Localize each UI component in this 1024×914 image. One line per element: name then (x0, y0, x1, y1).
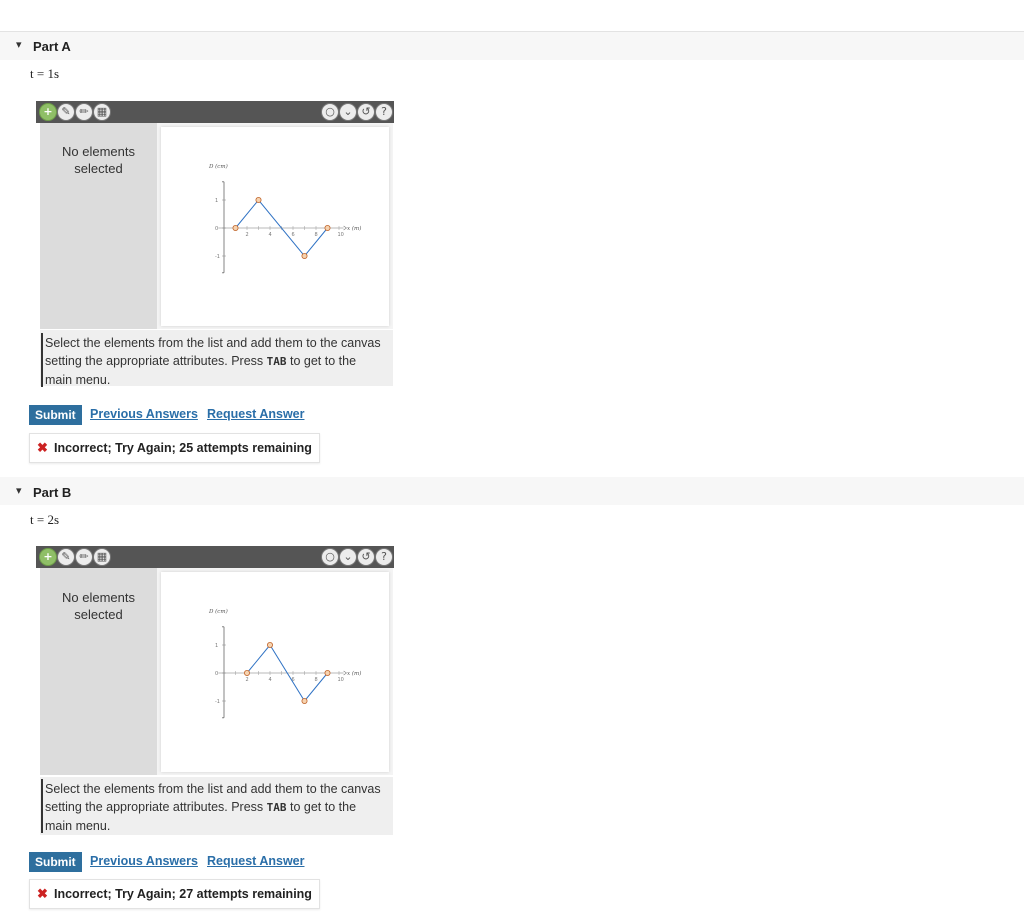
edit-icon[interactable]: ✏ (76, 549, 92, 565)
part-b-title: Part B (33, 485, 72, 500)
x-axis-arrow (343, 225, 348, 231)
x-axis-arrow (343, 670, 348, 676)
y-tick-label: 0 (215, 226, 218, 232)
x-tick-label: 2 (246, 232, 249, 238)
help-icon[interactable]: ? (376, 104, 392, 120)
x-tick-label: 4 (269, 677, 272, 683)
trash-icon[interactable]: ▦ (94, 549, 110, 565)
part-a-request-answer-link[interactable]: Request Answer (207, 407, 304, 421)
part-a-feedback-text: Incorrect; Try Again; 25 attempts remain… (54, 441, 312, 455)
part-b-toolbar: + ✎ ✏ ▦ ○ ⌄ ↺ ? (36, 546, 394, 568)
vertex-handle[interactable] (255, 197, 262, 204)
pencil-icon[interactable]: ✎ (58, 549, 74, 565)
part-a-title: Part A (33, 39, 71, 54)
hint-bulb-icon[interactable]: ○ (322, 104, 338, 120)
x-tick-label: 8 (315, 232, 318, 238)
part-a-toolbar: + ✎ ✏ ▦ ○ ⌄ ↺ ? (36, 101, 394, 123)
part-b-header[interactable] (0, 477, 1024, 505)
part-a-chart[interactable]: D (cm)x (m)2 4 6 8 1010-1 (161, 127, 389, 326)
trash-icon[interactable]: ▦ (94, 104, 110, 120)
vertex-handle[interactable] (301, 698, 308, 705)
part-b-request-answer-link[interactable]: Request Answer (207, 854, 304, 868)
incorrect-x-icon: ✖ (37, 886, 48, 901)
part-b-no-elements-text: No elements selected (62, 590, 135, 622)
part-b-canvas[interactable]: D (cm) x (m) 2 4 6 8 10 1 0 -1 (161, 572, 389, 772)
x-axis-label: x (m) (347, 225, 361, 232)
x-tick-label: 10 (338, 232, 344, 238)
x-tick-label: 6 (292, 232, 295, 238)
part-a-focus-bar (41, 333, 43, 387)
tab-key-label: TAB (266, 355, 287, 368)
part-b-chart[interactable]: D (cm)x (m)2 4 6 8 1010-1 (161, 572, 389, 772)
reset-icon[interactable]: ↺ (358, 104, 374, 120)
part-b-time-label: t = 2s (30, 512, 60, 527)
tab-key-label: TAB (266, 801, 287, 814)
chevron-down-icon[interactable]: ⌄ (340, 549, 356, 565)
incorrect-x-icon: ✖ (37, 440, 48, 455)
part-a-time-label: t = 1s (30, 66, 60, 81)
help-icon[interactable]: ? (376, 549, 392, 565)
edit-icon[interactable]: ✏ (76, 104, 92, 120)
part-b-instructions: Select the elements from the list and ad… (45, 780, 385, 835)
vertex-handle[interactable] (232, 225, 239, 232)
part-a-previous-answers-link[interactable]: Previous Answers (90, 407, 198, 421)
part-b-feedback: ✖ Incorrect; Try Again; 27 attempts rema… (29, 879, 320, 909)
part-b-feedback-text: Incorrect; Try Again; 27 attempts remain… (54, 887, 312, 901)
part-a-header[interactable] (0, 31, 1024, 60)
y-tick-label: -1 (215, 254, 220, 260)
x-tick-label: 10 (338, 677, 344, 683)
vertex-handle[interactable] (324, 670, 331, 677)
part-b-focus-bar (41, 779, 43, 833)
part-b-previous-answers-link[interactable]: Previous Answers (90, 854, 198, 868)
x-tick-label: 2 (246, 677, 249, 683)
y-axis-label: D (cm) (208, 163, 228, 170)
x-axis-label: x (m) (347, 670, 361, 677)
x-tick-label: 8 (315, 677, 318, 683)
part-a-canvas[interactable]: D (cm) x (m) 2 4 6 8 10 1 0 -1 (161, 127, 389, 326)
vertex-handle[interactable] (267, 642, 274, 649)
part-a-collapse-icon[interactable]: ▾ (16, 38, 22, 51)
y-tick-label: 1 (215, 198, 218, 204)
vertex-handle[interactable] (244, 670, 251, 677)
part-b-submit-button[interactable]: Submit (29, 852, 82, 872)
x-tick-label: 4 (269, 232, 272, 238)
part-a-feedback: ✖ Incorrect; Try Again; 25 attempts rema… (29, 433, 320, 463)
part-a-instructions: Select the elements from the list and ad… (45, 334, 385, 389)
chevron-down-icon[interactable]: ⌄ (340, 104, 356, 120)
y-tick-label: -1 (215, 699, 220, 705)
vertex-handle[interactable] (301, 253, 308, 260)
y-axis-label: D (cm) (208, 608, 228, 615)
plus-icon[interactable]: + (40, 104, 56, 120)
y-tick-label: 0 (215, 671, 218, 677)
plus-icon[interactable]: + (40, 549, 56, 565)
hint-bulb-icon[interactable]: ○ (322, 549, 338, 565)
pencil-icon[interactable]: ✎ (58, 104, 74, 120)
part-b-collapse-icon[interactable]: ▾ (16, 484, 22, 497)
part-a-submit-button[interactable]: Submit (29, 405, 82, 425)
y-tick-label: 1 (215, 643, 218, 649)
vertex-handle[interactable] (324, 225, 331, 232)
part-a-no-elements-text: No elements selected (62, 144, 135, 176)
reset-icon[interactable]: ↺ (358, 549, 374, 565)
